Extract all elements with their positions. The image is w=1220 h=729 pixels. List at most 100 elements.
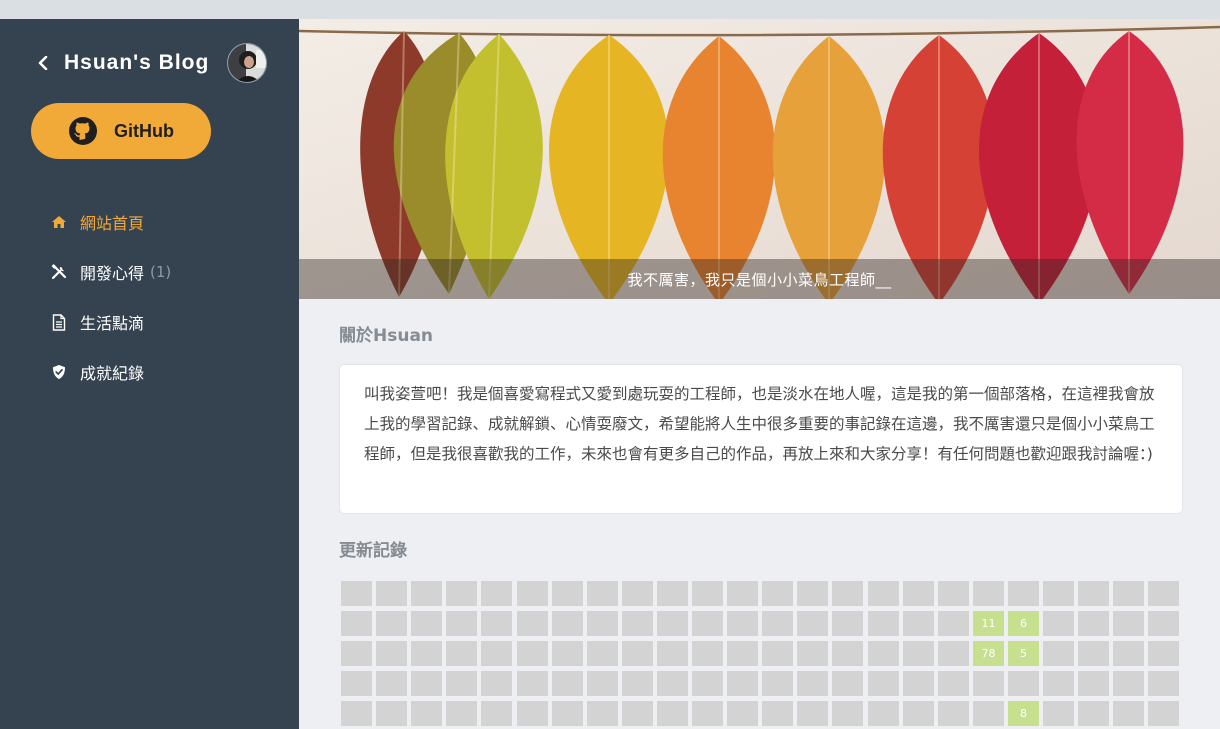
calendar-cell[interactable] (657, 611, 688, 636)
calendar-cell[interactable] (832, 641, 863, 666)
collapse-sidebar-button[interactable] (32, 43, 54, 83)
calendar-cell[interactable] (727, 671, 758, 696)
calendar-cell[interactable] (727, 581, 758, 606)
calendar-cell[interactable] (481, 641, 512, 666)
calendar-cell[interactable] (341, 671, 372, 696)
calendar-cell[interactable] (1113, 611, 1144, 636)
calendar-cell[interactable] (832, 611, 863, 636)
calendar-cell[interactable] (727, 701, 758, 726)
calendar-cell[interactable] (692, 581, 723, 606)
calendar-cell[interactable] (868, 581, 899, 606)
sidebar-item-life[interactable]: 生活點滴 (50, 297, 171, 347)
calendar-cell[interactable] (552, 581, 583, 606)
calendar-cell[interactable] (973, 671, 1004, 696)
calendar-cell[interactable] (1043, 641, 1074, 666)
calendar-cell[interactable] (1148, 611, 1179, 636)
calendar-cell[interactable] (657, 581, 688, 606)
calendar-cell[interactable] (446, 671, 477, 696)
calendar-cell[interactable] (973, 701, 1004, 726)
calendar-cell[interactable] (762, 641, 793, 666)
calendar-cell[interactable] (832, 581, 863, 606)
calendar-cell[interactable] (411, 641, 442, 666)
calendar-cell[interactable] (481, 581, 512, 606)
calendar-cell[interactable] (657, 701, 688, 726)
calendar-cell[interactable] (622, 641, 653, 666)
calendar-cell[interactable] (903, 701, 934, 726)
calendar-cell[interactable] (832, 671, 863, 696)
calendar-cell[interactable] (587, 671, 618, 696)
calendar-cell[interactable] (587, 701, 618, 726)
calendar-cell[interactable] (797, 611, 828, 636)
calendar-cell[interactable] (938, 581, 969, 606)
calendar-cell[interactable] (1043, 581, 1074, 606)
calendar-cell[interactable] (411, 701, 442, 726)
calendar-cell[interactable] (657, 671, 688, 696)
blog-title[interactable]: Hsuan's Blog (64, 51, 209, 75)
calendar-cell[interactable] (1043, 611, 1074, 636)
calendar-cell[interactable] (376, 701, 407, 726)
calendar-cell[interactable] (797, 671, 828, 696)
calendar-cell[interactable] (1148, 701, 1179, 726)
calendar-cell[interactable] (376, 581, 407, 606)
calendar-cell[interactable] (903, 611, 934, 636)
calendar-cell[interactable] (797, 581, 828, 606)
calendar-cell[interactable]: 11 (973, 611, 1004, 636)
calendar-cell[interactable] (1008, 581, 1039, 606)
calendar-cell[interactable] (1078, 701, 1109, 726)
calendar-cell[interactable] (481, 671, 512, 696)
calendar-cell[interactable] (903, 581, 934, 606)
calendar-cell[interactable] (973, 581, 1004, 606)
calendar-cell[interactable] (587, 641, 618, 666)
calendar-cell[interactable] (622, 611, 653, 636)
sidebar-item-achievements[interactable]: 成就紀錄 (50, 347, 171, 397)
calendar-cell[interactable] (762, 611, 793, 636)
calendar-cell[interactable] (938, 671, 969, 696)
calendar-cell[interactable] (517, 701, 548, 726)
calendar-cell[interactable] (1113, 641, 1144, 666)
calendar-cell[interactable] (341, 641, 372, 666)
calendar-cell[interactable] (1113, 581, 1144, 606)
calendar-cell[interactable] (411, 581, 442, 606)
calendar-cell[interactable] (727, 641, 758, 666)
calendar-cell[interactable] (797, 641, 828, 666)
calendar-cell[interactable] (1148, 581, 1179, 606)
calendar-cell[interactable] (903, 671, 934, 696)
sidebar-item-dev-notes[interactable]: 開發心得 (1) (50, 247, 171, 297)
calendar-cell[interactable] (1078, 641, 1109, 666)
calendar-cell[interactable] (517, 641, 548, 666)
calendar-cell[interactable] (1148, 641, 1179, 666)
sidebar-item-home[interactable]: 網站首頁 (50, 197, 171, 247)
calendar-cell[interactable] (552, 611, 583, 636)
calendar-cell[interactable] (832, 701, 863, 726)
calendar-cell[interactable] (376, 611, 407, 636)
calendar-cell[interactable]: 5 (1008, 641, 1039, 666)
avatar[interactable] (227, 43, 267, 83)
calendar-cell[interactable] (446, 581, 477, 606)
calendar-cell[interactable] (341, 611, 372, 636)
calendar-cell[interactable] (1078, 581, 1109, 606)
calendar-cell[interactable] (1043, 701, 1074, 726)
calendar-cell[interactable] (622, 581, 653, 606)
calendar-cell[interactable] (727, 611, 758, 636)
calendar-cell[interactable] (517, 671, 548, 696)
calendar-cell[interactable] (552, 701, 583, 726)
calendar-cell[interactable] (868, 671, 899, 696)
calendar-cell[interactable] (762, 581, 793, 606)
calendar-cell[interactable] (1148, 671, 1179, 696)
calendar-cell[interactable] (868, 641, 899, 666)
calendar-cell[interactable] (1113, 671, 1144, 696)
calendar-cell[interactable] (938, 611, 969, 636)
calendar-cell[interactable] (552, 671, 583, 696)
calendar-cell[interactable] (868, 611, 899, 636)
calendar-cell[interactable] (376, 671, 407, 696)
calendar-cell[interactable] (692, 701, 723, 726)
calendar-cell[interactable] (587, 611, 618, 636)
calendar-cell[interactable] (1113, 701, 1144, 726)
calendar-cell[interactable] (692, 641, 723, 666)
calendar-cell[interactable] (762, 701, 793, 726)
calendar-cell[interactable] (341, 581, 372, 606)
calendar-cell[interactable] (868, 701, 899, 726)
calendar-cell[interactable] (938, 641, 969, 666)
calendar-cell[interactable] (622, 701, 653, 726)
calendar-cell[interactable] (1043, 671, 1074, 696)
